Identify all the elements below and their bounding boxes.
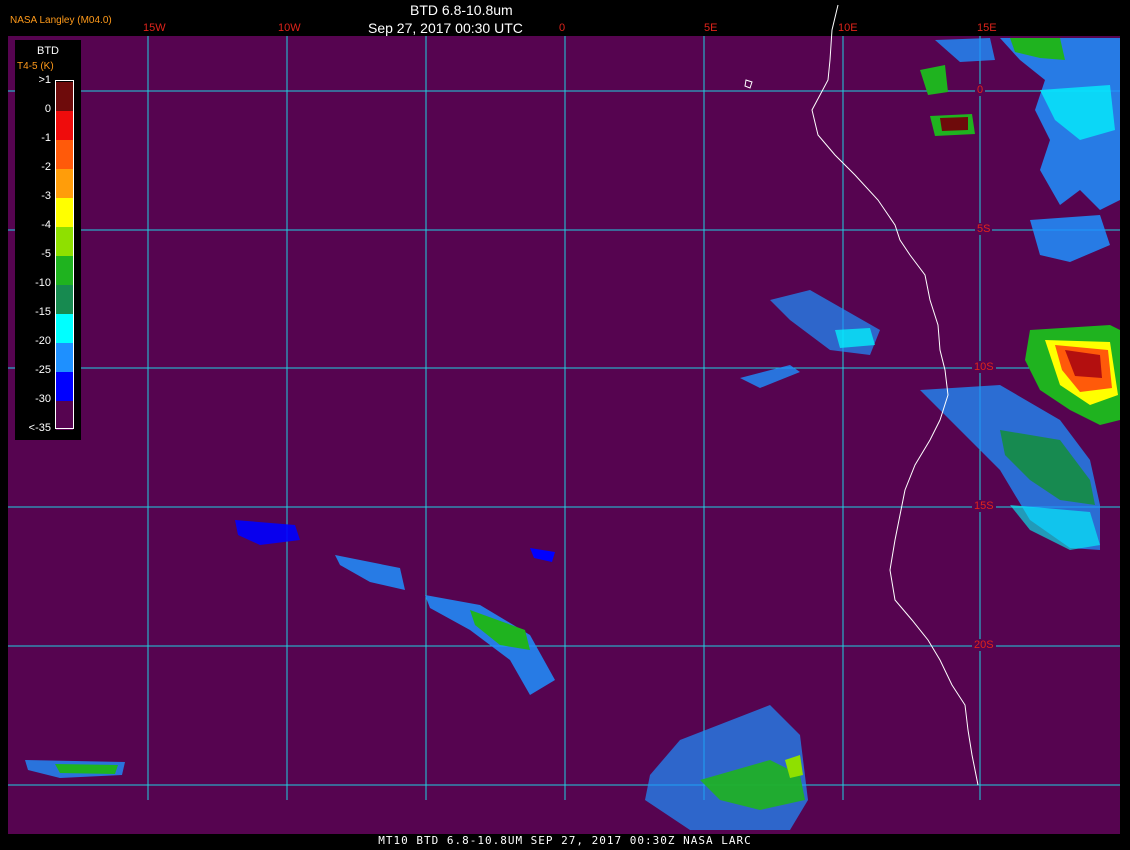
lat-label-5s: 5S <box>975 223 993 235</box>
agency-label: NASA Langley (M04.0) <box>10 15 112 26</box>
timestamp: Sep 27, 2017 00:30 UTC <box>368 20 523 36</box>
legend-swatch <box>56 111 73 140</box>
lat-label-15s: 15S <box>972 500 996 512</box>
cloud-far-sw-core <box>55 764 118 774</box>
legend-tick-label: 0 <box>44 103 51 115</box>
legend-tick-label: -20 <box>35 335 51 347</box>
lat-label-0: 0 <box>975 84 986 96</box>
map-background <box>8 36 1120 834</box>
lat-label-10s: 10S <box>972 361 996 373</box>
legend-tick-label: -1 <box>41 132 51 144</box>
legend-unit: T4-5 (K) <box>17 61 54 72</box>
legend-swatch <box>56 256 73 285</box>
legend-tick-label: -4 <box>41 219 51 231</box>
lat-label-20s: 20S <box>972 639 996 651</box>
legend-tick-label: -10 <box>35 277 51 289</box>
legend-title: BTD <box>37 45 59 57</box>
lon-label-0: 0 <box>559 22 566 34</box>
cloud-storm-0s-core <box>940 117 968 131</box>
lon-label-15w: 15W <box>143 22 166 34</box>
legend-swatch <box>56 401 73 430</box>
chart-title: BTD 6.8-10.8um <box>410 2 513 18</box>
color-legend: BTD T4-5 (K) >1 0 -1 -2 -3 -4 -5 -10 -15 -20 -25 -3… <box>15 40 81 440</box>
legend-tick-label: -15 <box>35 306 51 318</box>
legend-tick-label: <-35 <box>28 422 51 434</box>
legend-tick-label: -2 <box>41 161 51 173</box>
legend-tick-label: -3 <box>41 190 51 202</box>
legend-swatch <box>56 169 73 198</box>
legend-swatch <box>56 140 73 169</box>
legend-tick-label: -30 <box>35 393 51 405</box>
legend-swatch <box>56 343 73 372</box>
lon-label-10w: 10W <box>278 22 301 34</box>
legend-swatch <box>56 372 73 401</box>
lon-label-10e: 10E <box>838 22 858 34</box>
legend-swatch <box>56 227 73 256</box>
legend-swatch <box>56 82 73 111</box>
lon-label-15e: 15E <box>977 22 997 34</box>
satellite-map <box>8 4 1120 834</box>
legend-tick-label: -5 <box>41 248 51 260</box>
legend-swatch <box>56 198 73 227</box>
legend-swatch <box>56 285 73 314</box>
footer-caption: MT10 BTD 6.8-10.8UM SEP 27, 2017 00:30Z … <box>378 834 752 847</box>
cloud-mid-atlantic-cyan <box>835 328 875 348</box>
legend-tick-label: >1 <box>38 74 51 86</box>
lon-label-5e: 5E <box>704 22 718 34</box>
legend-tick-label: -25 <box>35 364 51 376</box>
legend-swatch <box>56 314 73 343</box>
